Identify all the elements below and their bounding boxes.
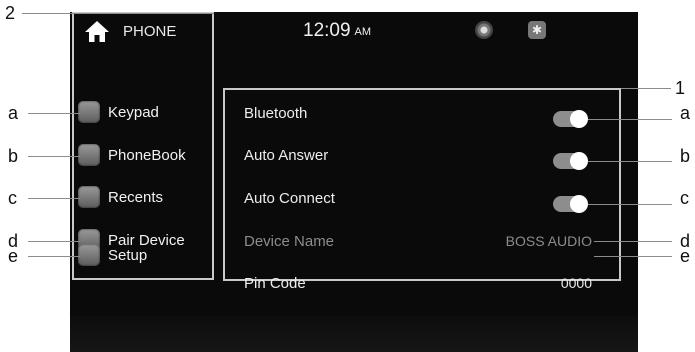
pin-code-value[interactable]: 0000 [561, 275, 592, 291]
callout-right-a: a [680, 103, 691, 123]
clock-ampm: AM [354, 26, 372, 38]
callout-left-e: e [8, 246, 19, 266]
callout-left-c: c [8, 188, 17, 208]
callout-leader [28, 198, 80, 199]
clock-time: 12:09 [303, 20, 351, 41]
callout-1: 1 [675, 78, 686, 98]
callout-left-b: b [8, 146, 19, 166]
keypad-icon [78, 101, 100, 123]
menu-item-setup[interactable]: Setup [78, 242, 147, 268]
menu-item-label: Setup [108, 246, 148, 264]
callout-right-b: b [680, 146, 691, 166]
menu-item-keypad[interactable]: Keypad [78, 99, 159, 125]
callout-leader [588, 204, 672, 205]
settings-icon[interactable] [475, 21, 493, 39]
callout-leader [28, 256, 80, 257]
toggle-knob [570, 152, 588, 170]
callout-leader [588, 119, 672, 120]
setting-label-auto-connect: Auto Connect [244, 190, 335, 207]
menu-item-label: Recents [108, 188, 164, 206]
callout-leader [588, 161, 672, 162]
phonebook-icon [78, 144, 100, 166]
menu-item-phonebook[interactable]: PhoneBook [78, 142, 186, 168]
callout-leader [28, 156, 80, 157]
toggle-knob [570, 195, 588, 213]
device-name-value[interactable]: BOSS AUDIO [506, 233, 592, 249]
bluetooth-toggle[interactable] [553, 110, 588, 128]
menu-item-label: PhoneBook [108, 146, 186, 164]
callout-leader [594, 256, 672, 257]
callout-leader [28, 113, 80, 114]
setting-label-bluetooth: Bluetooth [244, 105, 308, 122]
callout-right-c: c [680, 188, 689, 208]
callout-right-e: e [680, 246, 691, 266]
toggle-knob [570, 110, 588, 128]
setup-icon [78, 244, 100, 266]
setting-label-auto-answer: Auto Answer [244, 147, 329, 164]
menu-item-label: Keypad [108, 103, 159, 121]
callout-leader [28, 241, 80, 242]
callout-leader [22, 13, 214, 14]
callout-2: 2 [5, 3, 16, 23]
callout-leader [621, 88, 671, 89]
clock: 12:09 AM [303, 20, 371, 42]
callout-leader [594, 241, 672, 242]
setting-label-device-name: Device Name [244, 233, 335, 250]
setting-label-pin-code: Pin Code [244, 275, 306, 292]
auto-connect-toggle[interactable] [553, 195, 588, 213]
bluetooth-icon: ✱ [528, 21, 546, 39]
auto-answer-toggle[interactable] [553, 152, 588, 170]
menu-item-recents[interactable]: Recents [78, 184, 163, 210]
callout-left-a: a [8, 103, 19, 123]
recents-icon [78, 186, 100, 208]
